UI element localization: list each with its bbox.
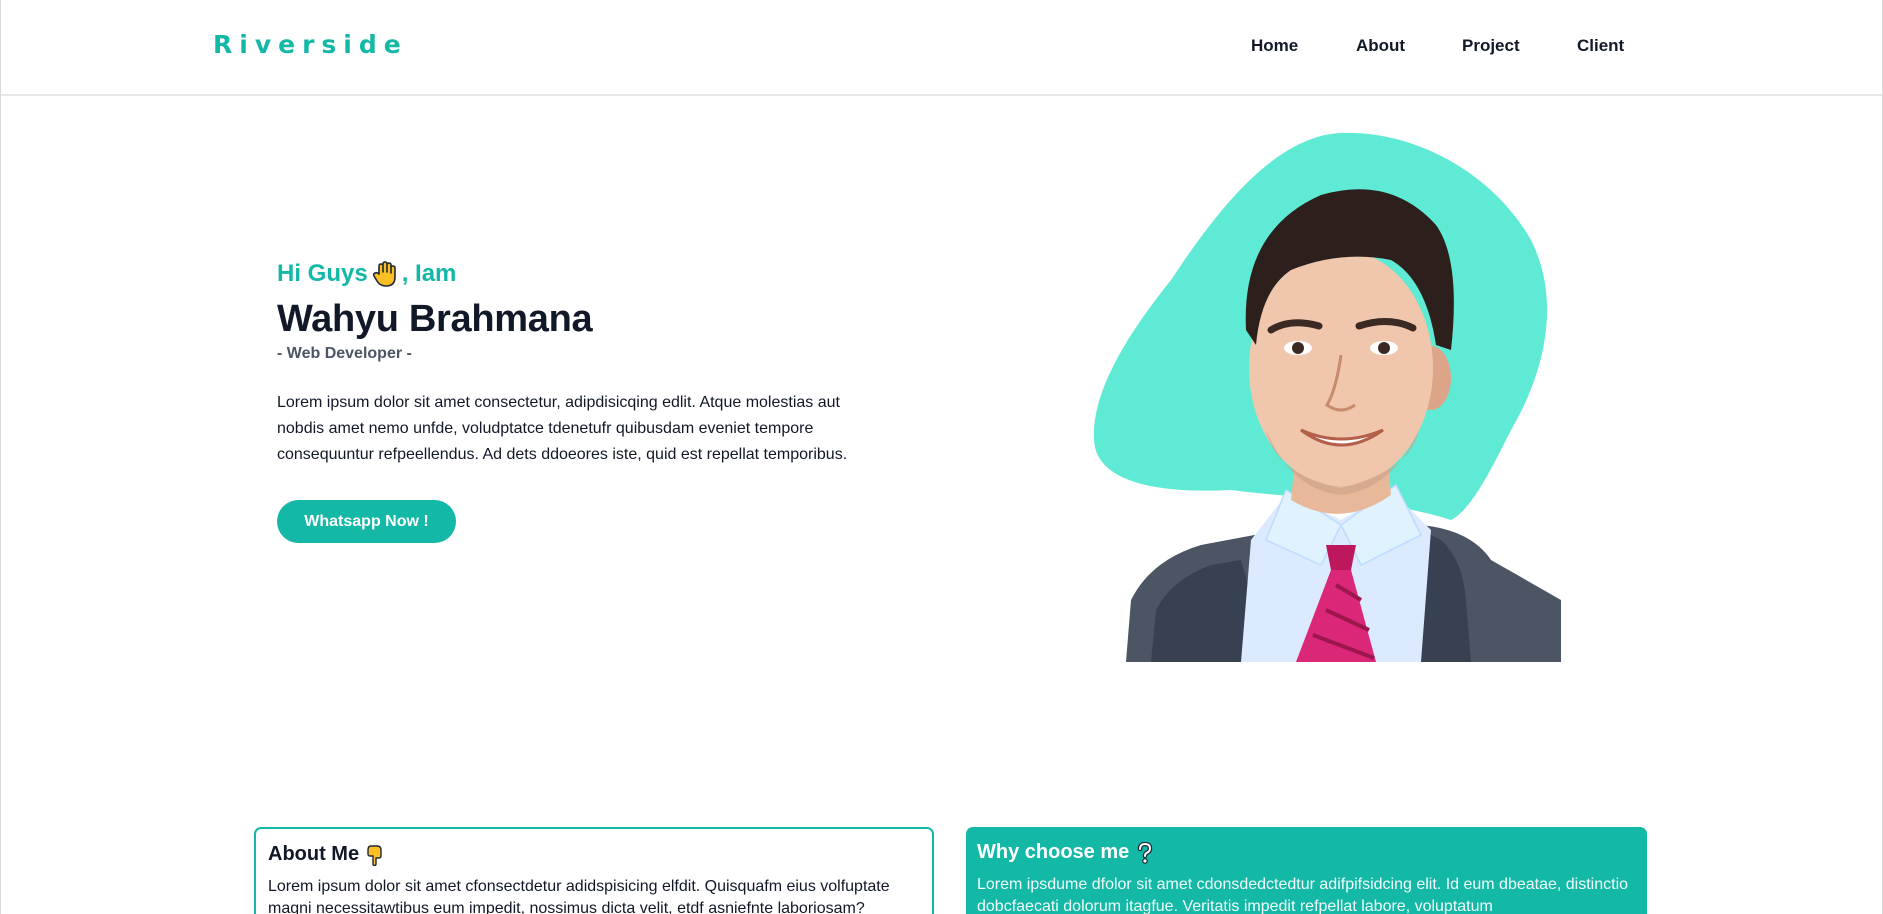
nav-project-link[interactable]: Project — [1462, 36, 1577, 56]
nav-menu: Home About Project Client — [1251, 36, 1624, 56]
about-title-text: About Me — [268, 843, 360, 865]
page: Riverside Home About Project Client Hi G… — [0, 0, 1883, 914]
greeting-prefix: Hi Guys — [277, 260, 368, 287]
navbar: Riverside Home About Project Client — [1, 0, 1882, 96]
why-card: Why choose me Lorem ipsdume dfolor sit a… — [966, 827, 1647, 914]
hero-greeting: Hi Guys , Iam — [277, 260, 897, 288]
greeting-suffix: , Iam — [401, 260, 457, 287]
question-mark-icon — [1138, 841, 1153, 864]
why-card-title: Why choose me — [977, 841, 1636, 864]
nav-about-link[interactable]: About — [1356, 36, 1462, 56]
brand-logo[interactable]: Riverside — [213, 30, 408, 59]
hero-role: - Web Developer - — [277, 345, 412, 362]
hero-name: Wahyu Brahmana — [277, 298, 593, 340]
about-card-body: Lorem ipsum dolor sit amet cfonsectdetur… — [268, 878, 890, 914]
pointing-down-icon — [367, 844, 382, 866]
why-title-text: Why choose me — [977, 841, 1130, 863]
nav-home-link[interactable]: Home — [1251, 36, 1356, 56]
profile-portrait — [1093, 132, 1561, 662]
whatsapp-button[interactable]: Whatsapp Now ! — [277, 500, 456, 543]
hero-section: Hi Guys , Iam Wahyu Brahmana - Web Devel… — [277, 260, 897, 543]
hero-description: Lorem ipsum dolor sit amet consectetur, … — [277, 394, 848, 463]
about-card: About Me Lorem ipsum dolor sit amet cfon… — [254, 827, 934, 914]
why-card-body: Lorem ipsdume dfolor sit amet cdonsdedct… — [977, 876, 1629, 914]
raised-hand-icon — [372, 261, 396, 287]
nav-client-link[interactable]: Client — [1577, 36, 1624, 56]
about-card-title: About Me — [268, 843, 920, 866]
